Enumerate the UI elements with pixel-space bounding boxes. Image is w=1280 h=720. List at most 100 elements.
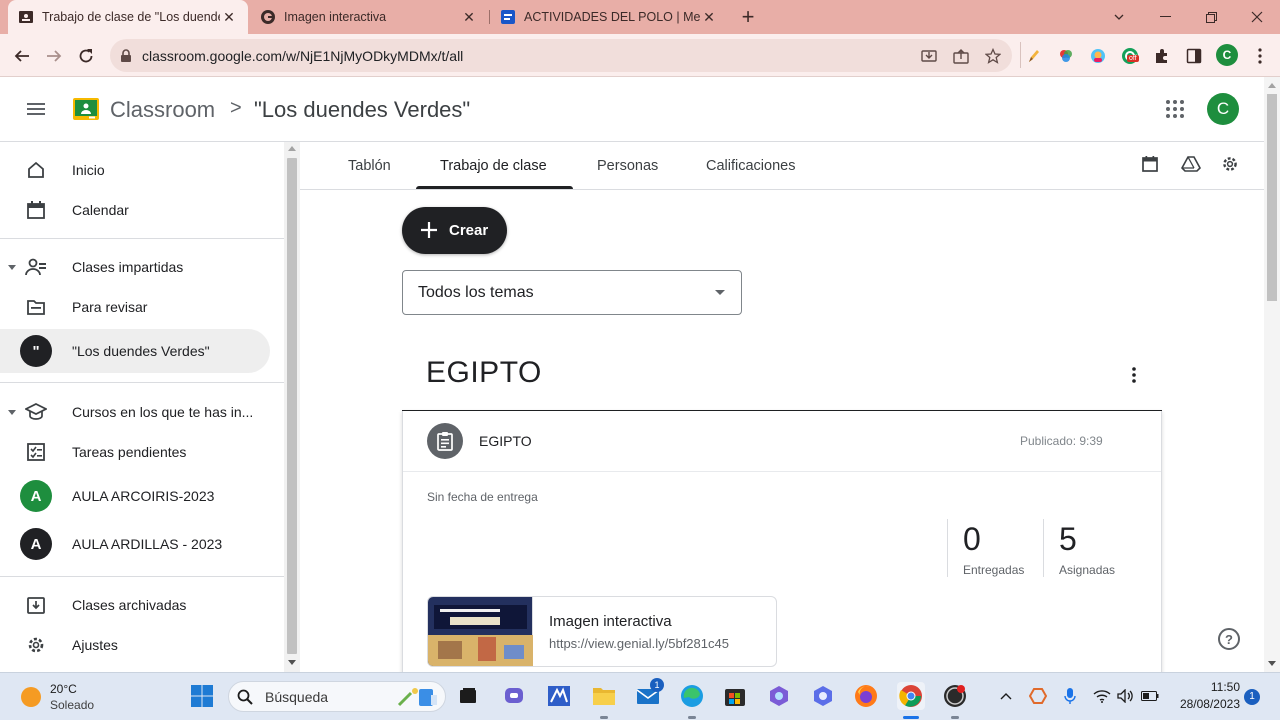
edge-browser-icon[interactable] — [678, 682, 706, 710]
weather-widget[interactable]: 20°C Soleado — [10, 679, 100, 715]
google-apps-grid-icon[interactable] — [1164, 98, 1186, 120]
color-extension-icon[interactable] — [1056, 46, 1076, 66]
install-app-icon[interactable] — [920, 47, 938, 65]
expand-caret-icon[interactable] — [6, 406, 18, 418]
restore-button[interactable] — [1188, 0, 1234, 34]
sidebar-item-inicio[interactable]: Inicio — [0, 150, 270, 190]
notification-badge[interactable]: 1 — [1244, 689, 1260, 705]
pencil-extension-icon[interactable] — [1024, 46, 1044, 66]
sidebar-item-aula-arcoiris[interactable]: A AULA ARCOIRIS-2023 — [0, 476, 270, 516]
class-title[interactable]: "Los duendes Verdes" — [254, 97, 470, 123]
app-m-icon[interactable] — [545, 682, 573, 710]
share-icon[interactable] — [952, 47, 970, 65]
sidebar-item-label: AULA ARCOIRIS-2023 — [72, 488, 215, 504]
attachment-title: Imagen interactiva — [549, 613, 672, 630]
show-hidden-icons-chevron[interactable] — [992, 682, 1020, 710]
scroll-down-arrow-icon[interactable] — [1268, 661, 1276, 666]
sidebar-scrollbar-thumb[interactable] — [287, 158, 297, 654]
forward-arrow-icon[interactable] — [39, 41, 69, 71]
main-menu-hamburger-icon[interactable] — [22, 95, 50, 123]
file-explorer-icon[interactable] — [590, 682, 618, 710]
close-tab-icon[interactable]: ✕ — [460, 9, 478, 26]
loop-app-icon[interactable] — [809, 682, 837, 710]
microphone-icon[interactable] — [1056, 682, 1084, 710]
reload-icon[interactable] — [71, 41, 101, 71]
account-avatar[interactable]: C — [1207, 93, 1239, 125]
published-time: Publicado: 9:39 — [1020, 434, 1103, 448]
classroom-header: Classroom > "Los duendes Verdes" C — [0, 77, 1280, 142]
battery-icon[interactable] — [1136, 682, 1164, 710]
mediateca-favicon-icon — [501, 10, 515, 24]
expand-caret-icon[interactable] — [6, 261, 18, 273]
sidebar-item-clases-archivadas[interactable]: Clases archivadas — [0, 585, 270, 625]
scroll-down-arrow-icon[interactable] — [288, 660, 296, 665]
stat-assigned[interactable]: 5 Asignadas — [1045, 519, 1139, 577]
copilot-app-icon[interactable] — [765, 682, 793, 710]
assignment-header[interactable]: EGIPTO Publicado: 9:39 — [403, 411, 1161, 471]
create-button[interactable]: Crear — [402, 207, 507, 254]
sidebar-item-los-duendes-verdes[interactable]: " "Los duendes Verdes" — [0, 329, 270, 373]
sidebar-item-cursos-inscritos[interactable]: Cursos en los que te has in... — [0, 392, 270, 432]
browser-tab-classwork[interactable]: Trabajo de clase de "Los duendes Verdes"… — [8, 0, 248, 34]
scroll-up-arrow-icon[interactable] — [288, 146, 296, 151]
new-tab-button[interactable]: + — [736, 5, 760, 29]
attachment-url: https://view.genial.ly/5bf281c45 — [549, 636, 729, 651]
sidebar-item-aula-ardillas[interactable]: A AULA ARDILLAS - 2023 — [0, 524, 270, 564]
side-panel-icon[interactable] — [1184, 46, 1204, 66]
tab-trabajo-de-clase[interactable]: Trabajo de clase — [440, 142, 547, 190]
store-icon[interactable] — [721, 682, 749, 710]
address-bar[interactable]: classroom.google.com/w/NjE1NjMyODkyMDMx/… — [110, 39, 1012, 72]
sidebar-item-calendar[interactable]: Calendar — [0, 190, 270, 230]
stat-turned-in[interactable]: 0 Entregadas — [949, 519, 1043, 577]
grammar-extension-icon[interactable]: off — [1120, 46, 1140, 66]
back-arrow-icon[interactable] — [7, 41, 37, 71]
sidebar-item-ajustes[interactable]: Ajustes — [0, 625, 270, 665]
page-scrollbar[interactable] — [1264, 77, 1280, 672]
app-name[interactable]: Classroom — [110, 97, 215, 123]
page-scrollbar-thumb[interactable] — [1267, 94, 1277, 301]
close-tab-icon[interactable]: ✕ — [700, 9, 718, 26]
browser-tab-actividades[interactable]: ACTIVIDADES DEL POLO | Mediateca ✕ — [490, 0, 728, 34]
browser-tab-imagen[interactable]: Imagen interactiva ✕ — [250, 0, 488, 34]
dropdown-arrow-icon — [715, 290, 725, 295]
tab-tablon[interactable]: Tablón — [348, 142, 391, 190]
genially-favicon-icon — [261, 10, 275, 24]
attachment-card[interactable]: Imagen interactiva https://view.genial.l… — [427, 596, 777, 667]
calendar-icon[interactable] — [1141, 155, 1161, 175]
search-highlight-icon — [397, 688, 437, 707]
topic-more-options-icon[interactable] — [1120, 361, 1148, 389]
tab-search-icon[interactable] — [1096, 0, 1142, 34]
chrome-icon[interactable] — [897, 682, 925, 710]
sidebar-scrollbar[interactable] — [284, 142, 300, 672]
teams-chat-icon[interactable] — [500, 682, 528, 710]
scroll-up-arrow-icon[interactable] — [1268, 83, 1276, 88]
tab-personas[interactable]: Personas — [597, 142, 658, 190]
browser-menu-icon[interactable] — [1250, 46, 1270, 66]
bookmark-star-icon[interactable] — [984, 47, 1002, 65]
extensions-puzzle-icon[interactable] — [1152, 46, 1172, 66]
drive-folder-icon[interactable] — [1181, 155, 1201, 175]
assignment-title: EGIPTO — [479, 433, 532, 449]
close-tab-icon[interactable]: ✕ — [220, 9, 238, 26]
obs-studio-icon[interactable] — [941, 682, 969, 710]
tab-calificaciones[interactable]: Calificaciones — [706, 142, 795, 190]
sidebar-item-tareas-pendientes[interactable]: Tareas pendientes — [0, 432, 270, 472]
minimize-button[interactable] — [1142, 0, 1188, 34]
topic-filter-select[interactable]: Todos los temas — [402, 270, 742, 315]
windows-start-icon[interactable] — [188, 682, 216, 710]
sidebar-item-label: Clases archivadas — [72, 597, 187, 613]
classroom-favicon-icon — [19, 11, 33, 23]
sidebar-item-clases-impartidas[interactable]: Clases impartidas — [0, 247, 270, 287]
close-window-button[interactable] — [1234, 0, 1280, 34]
mail-icon[interactable]: 1 — [634, 678, 664, 710]
sidebar-item-para-revisar[interactable]: Para revisar — [0, 287, 270, 327]
avatar-extension-icon[interactable] — [1088, 46, 1108, 66]
browser-profile-avatar[interactable]: C — [1216, 44, 1238, 66]
taskbar-search-box[interactable]: Búsqueda — [228, 681, 446, 712]
firefox-icon[interactable] — [852, 682, 880, 710]
class-settings-gear-icon[interactable] — [1221, 155, 1241, 175]
help-icon[interactable]: ? — [1218, 628, 1240, 650]
google-drive-sync-icon[interactable] — [1024, 682, 1052, 710]
clock[interactable]: 11:50 28/08/2023 — [1168, 679, 1240, 715]
task-view-icon[interactable] — [454, 682, 482, 710]
